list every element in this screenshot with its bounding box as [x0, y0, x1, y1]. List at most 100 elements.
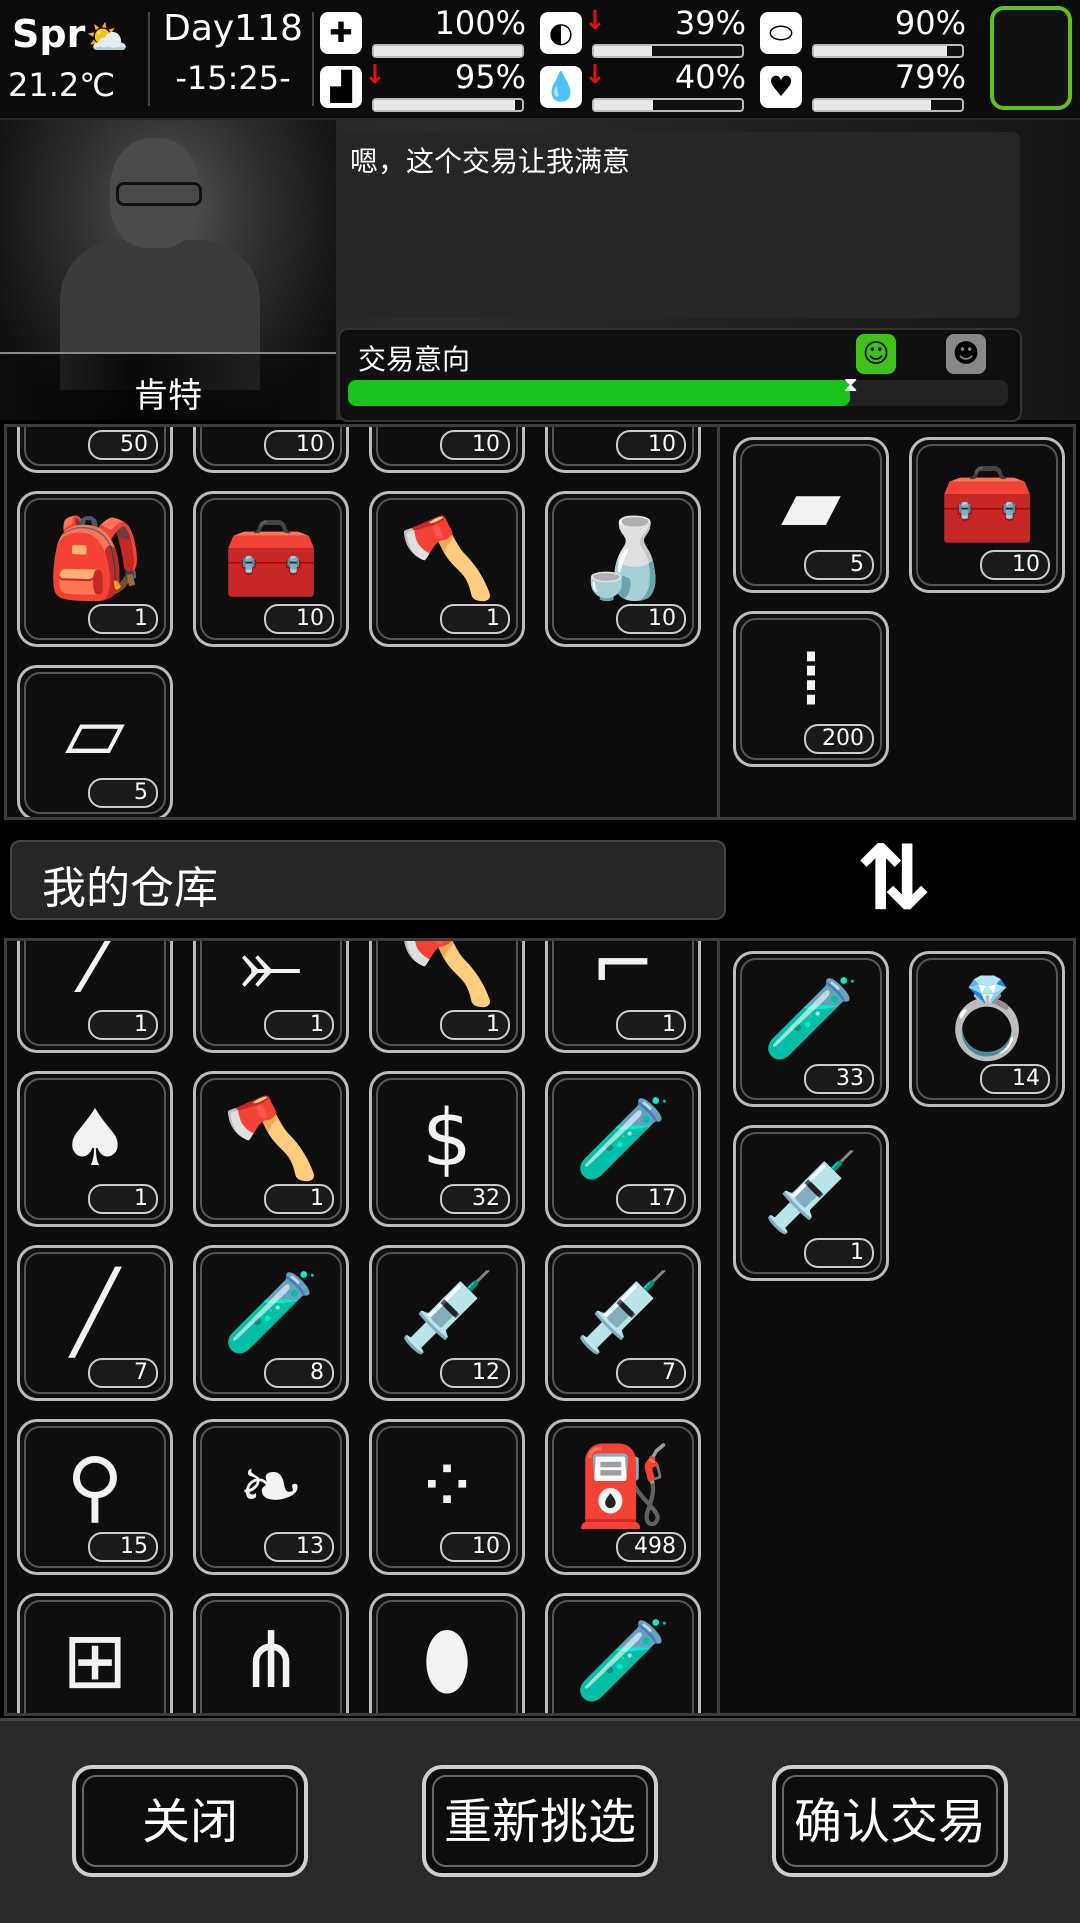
fuel-can-icon: ⛽: [574, 1442, 672, 1532]
cigarette-icon: ╱: [71, 1268, 119, 1358]
hatchet-icon: 🪓: [398, 514, 496, 604]
inventory-slot[interactable]: 🪓 1: [193, 1071, 349, 1227]
inventory-slot[interactable]: 💉 7: [545, 1245, 701, 1401]
stat-fill: [594, 100, 654, 110]
inventory-slot[interactable]: 🧪 17: [545, 1071, 701, 1227]
inventory-slot[interactable]: ⬮: [369, 1593, 525, 1713]
item-count: 1: [264, 1184, 334, 1214]
inventory-slot[interactable]: ⤜ 1: [193, 938, 349, 1053]
inventory-slot[interactable]: 🧪: [545, 1593, 701, 1713]
item-count: 1: [88, 1184, 158, 1214]
inventory-slot[interactable]: 💍 14: [909, 951, 1065, 1107]
inventory-slot[interactable]: ⊞: [17, 1593, 173, 1713]
status-bar: Spr ⛅ 21.2℃ Day118 -15:25- ✚ 100% ◐ ↓ 39…: [0, 0, 1080, 120]
down-arrow-icon: ↓: [364, 60, 386, 90]
inventory-slot[interactable]: 💉 1: [733, 1125, 889, 1281]
divider: [148, 12, 150, 106]
close-button[interactable]: 关闭: [72, 1765, 308, 1877]
day-label: Day118: [163, 8, 303, 49]
swap-arrows-icon[interactable]: ⇅: [856, 826, 931, 931]
item-count: 1: [616, 1010, 686, 1040]
inventory-slot[interactable]: ⌐ 1: [545, 938, 701, 1053]
inventory-slot[interactable]: ▱ 5: [17, 665, 173, 817]
crossbow-icon: ⤜: [239, 938, 303, 1010]
confirm-trade-button[interactable]: 确认交易: [772, 1765, 1008, 1877]
net-icon: ⊞: [62, 1616, 128, 1706]
inventory-slot[interactable]: ⚲ 15: [17, 1419, 173, 1575]
inventory-slot[interactable]: ⋔: [193, 1593, 349, 1713]
inventory-slot[interactable]: 🧪 8: [193, 1245, 349, 1401]
stat-fill: [814, 46, 948, 56]
item-count: 1: [88, 604, 158, 634]
test-tube-vii-icon: 🧪: [222, 1268, 320, 1358]
spray-cans-icon: ⋔: [238, 1616, 304, 1706]
pill-icon: ⬭: [760, 12, 802, 54]
heart-icon: ♥: [760, 66, 802, 108]
item-count: 1: [440, 604, 510, 634]
cloth-icon: ▱: [65, 688, 125, 778]
weather-block: Spr ⛅ 21.2℃: [8, 10, 148, 110]
trade-intent: 交易意向 ☺ ☻ ⧗: [338, 328, 1022, 422]
inventory-slot[interactable]: 🍶 10: [545, 491, 701, 647]
item-count: 10: [616, 430, 686, 460]
item-count: 498: [616, 1532, 686, 1562]
inventory-slot[interactable]: ⚒10: [369, 427, 525, 473]
water-bottle-icon: 🍶: [574, 514, 672, 604]
inventory-slot[interactable]: 💉 12: [369, 1245, 525, 1401]
item-count: 14: [980, 1064, 1050, 1094]
reselect-button[interactable]: 重新挑选: [422, 1765, 658, 1877]
inventory-slot[interactable]: ❦50: [17, 427, 173, 473]
syringe-icon: 💉: [574, 1268, 672, 1358]
inventory-slot[interactable]: ⁘ 10: [369, 1419, 525, 1575]
action-bar: 关闭 重新挑选 确认交易: [0, 1718, 1080, 1923]
storage-title: 我的仓库: [42, 863, 218, 914]
item-count: 13: [264, 1532, 334, 1562]
inventory-slot[interactable]: ❧ 13: [193, 1419, 349, 1575]
stat-thirst: 💧 ↓ 40%: [540, 58, 750, 112]
stat-value: 39%: [674, 4, 746, 42]
inventory-slot[interactable]: 🎒 1: [17, 491, 173, 647]
rifle-icon: ⌐: [590, 938, 656, 1010]
inventory-slot[interactable]: ⁞ 200: [733, 611, 889, 767]
equip-slot[interactable]: [990, 6, 1072, 110]
inventory-slot[interactable]: ✶10: [545, 427, 701, 473]
item-count: 1: [440, 1010, 510, 1040]
syringe-red-icon: 💉: [398, 1268, 496, 1358]
inventory-slot[interactable]: 🧪 33: [733, 951, 889, 1107]
inventory-slot[interactable]: 🧰 10: [193, 491, 349, 647]
inventory-slot[interactable]: ⁄ 1: [17, 938, 173, 1053]
test-tube-vi-icon: 🧪: [762, 974, 860, 1064]
inventory-slot[interactable]: ╱ 7: [17, 1245, 173, 1401]
boot-icon: ▟: [320, 66, 362, 108]
partly-cloudy-icon: ⛅: [86, 18, 129, 58]
item-count: 10: [616, 604, 686, 634]
pills-icon: ⁘: [414, 1442, 480, 1532]
npc-speech: 嗯，这个交易让我满意: [336, 132, 1020, 318]
trade-intent-fill: [348, 380, 850, 406]
inventory-slot[interactable]: ▰ 5: [733, 437, 889, 593]
item-count: 5: [88, 778, 158, 808]
inventory-slot[interactable]: ♠ 1: [17, 1071, 173, 1227]
inventory-slot[interactable]: ⛽ 498: [545, 1419, 701, 1575]
first-aid-icon: ✚: [320, 12, 362, 54]
glasses-icon: [116, 182, 202, 206]
inventory-slot[interactable]: ⚙10: [193, 427, 349, 473]
stat-value: 100%: [434, 4, 526, 42]
item-count: 1: [264, 1010, 334, 1040]
syringe-icon: 💉: [762, 1148, 860, 1238]
stat-value: 90%: [894, 4, 966, 42]
inventory-slot[interactable]: 🧰 10: [909, 437, 1065, 593]
inventory-slot[interactable]: 🪓 1: [369, 491, 525, 647]
item-count: 10: [440, 430, 510, 460]
stat-value: 79%: [894, 58, 966, 96]
diamond-ring-icon: 💍: [938, 974, 1036, 1064]
inventory-slot[interactable]: $32: [369, 1071, 525, 1227]
item-count: 10: [264, 430, 334, 460]
item-count: 15: [88, 1532, 158, 1562]
season-label: Spr: [12, 12, 86, 56]
item-count: 10: [980, 550, 1050, 580]
baseball-bat-icon: ⁄: [88, 938, 102, 1010]
inventory-slot[interactable]: 🪓 1: [369, 941, 525, 1053]
trade-intent-bar: ⧗: [348, 372, 1008, 406]
item-count: 50: [88, 430, 158, 460]
